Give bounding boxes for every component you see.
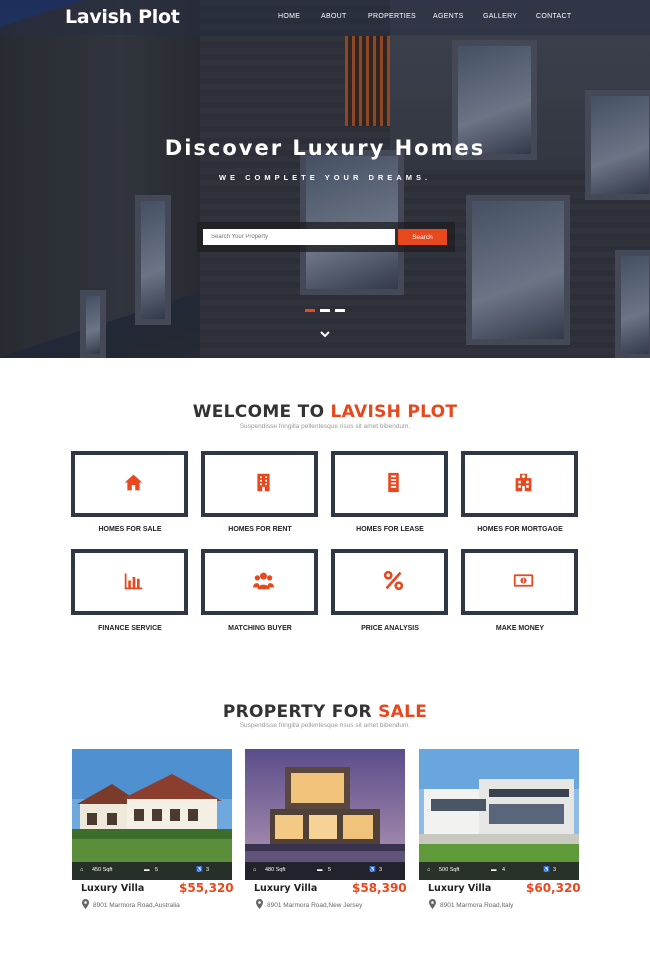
property-photo bbox=[72, 749, 232, 880]
home-icon: ⌂ bbox=[427, 867, 431, 873]
welcome-heading-accent: LAVISH PLOT bbox=[330, 402, 458, 422]
service-matching-buyer[interactable] bbox=[201, 549, 318, 615]
property-photo bbox=[245, 749, 405, 880]
chevron-down-icon[interactable] bbox=[319, 329, 331, 339]
service-label: HOMES FOR RENT bbox=[228, 526, 292, 533]
top-navigation-bar: Lavish Plot HOME ABOUT PROPERTIES AGENTS… bbox=[0, 0, 650, 35]
property-address: 8901 Marmora Road,Australia bbox=[93, 902, 180, 909]
property-beds: 5 bbox=[155, 867, 159, 873]
hospital-building-icon bbox=[515, 473, 532, 492]
bed-icon: ▬ bbox=[491, 867, 497, 873]
bath-icon: ♿ bbox=[369, 867, 376, 873]
service-label: HOMES FOR LEASE bbox=[356, 526, 424, 533]
nav-item-contact[interactable]: CONTACT bbox=[536, 13, 571, 20]
property-address: 8901 Marmora Road,Italy bbox=[440, 902, 514, 909]
property-meta-bar: ⌂ 480 Sqft ▬ 5 ♿ 3 bbox=[245, 862, 405, 880]
property-name[interactable]: Luxury Villa bbox=[81, 883, 144, 894]
building-icon bbox=[257, 473, 270, 492]
property-card[interactable]: ⌂ 500 Sqft ▬ 4 ♿ 3 bbox=[419, 749, 579, 880]
property-area: 450 Sqft bbox=[92, 867, 113, 873]
service-label: MAKE MONEY bbox=[495, 625, 545, 632]
service-label: PRICE ANALYSIS bbox=[361, 625, 419, 632]
service-homes-for-sale[interactable] bbox=[71, 451, 188, 517]
bath-icon: ♿ bbox=[196, 867, 203, 873]
property-price: $58,390 bbox=[352, 881, 407, 895]
property-beds: 5 bbox=[328, 867, 332, 873]
property-area: 480 Sqft bbox=[265, 867, 286, 873]
map-pin-icon bbox=[82, 899, 89, 909]
nav-item-properties[interactable]: PROPERTIES bbox=[368, 13, 416, 20]
nav-item-about[interactable]: ABOUT bbox=[321, 13, 347, 20]
nav-item-gallery[interactable]: GALLERY bbox=[483, 13, 517, 20]
bed-icon: ▬ bbox=[317, 867, 323, 873]
property-card[interactable]: ⌂ 450 Sqft ▬ 5 ♿ 3 bbox=[72, 749, 232, 880]
service-label: FINANCE SERVICE bbox=[98, 625, 162, 632]
property-beds: 4 bbox=[502, 867, 506, 873]
main-nav: HOME ABOUT PROPERTIES AGENTS GALLERY CON… bbox=[0, 13, 650, 25]
property-card[interactable]: ⌂ 480 Sqft ▬ 5 ♿ 3 bbox=[245, 749, 405, 880]
service-label: HOMES FOR MORTGAGE bbox=[477, 526, 563, 533]
map-pin-icon bbox=[429, 899, 436, 909]
property-area: 500 Sqft bbox=[439, 867, 460, 873]
slider-dot-1[interactable] bbox=[305, 309, 315, 312]
property-address: 8901 Marmora Road,New Jersey bbox=[267, 902, 363, 909]
service-label: HOMES FOR SALE bbox=[98, 526, 162, 533]
bed-icon: ▬ bbox=[144, 867, 150, 873]
property-heading-accent: SALE bbox=[378, 702, 428, 722]
property-baths: 3 bbox=[379, 867, 383, 873]
service-homes-for-lease[interactable] bbox=[331, 451, 448, 517]
property-photo bbox=[419, 749, 579, 880]
search-button[interactable]: Search bbox=[398, 229, 447, 245]
welcome-heading-plain: WELCOME TO bbox=[192, 402, 325, 422]
service-price-analysis[interactable] bbox=[331, 549, 448, 615]
home-icon: ⌂ bbox=[253, 867, 257, 873]
map-pin-icon bbox=[256, 899, 263, 909]
service-make-money[interactable] bbox=[461, 549, 578, 615]
nav-item-home[interactable]: HOME bbox=[278, 13, 300, 20]
property-baths: 3 bbox=[553, 867, 557, 873]
bar-chart-icon bbox=[124, 573, 143, 590]
welcome-subtitle: Suspendisse fringilla pellentesque risus… bbox=[239, 423, 411, 430]
property-baths: 3 bbox=[206, 867, 210, 873]
welcome-heading: WELCOME TO LAVISH PLOT bbox=[0, 402, 650, 422]
percent-icon bbox=[383, 570, 404, 591]
property-name[interactable]: Luxury Villa bbox=[428, 883, 491, 894]
service-homes-for-rent[interactable] bbox=[201, 451, 318, 517]
service-finance[interactable] bbox=[71, 549, 188, 615]
nav-item-agents[interactable]: AGENTS bbox=[433, 13, 464, 20]
property-name[interactable]: Luxury Villa bbox=[254, 883, 317, 894]
slider-dot-3[interactable] bbox=[335, 309, 345, 312]
users-icon bbox=[253, 572, 274, 590]
service-homes-for-mortgage[interactable] bbox=[461, 451, 578, 517]
home-icon bbox=[124, 474, 143, 491]
service-label: MATCHING BUYER bbox=[228, 625, 292, 632]
money-icon bbox=[513, 574, 534, 587]
tower-icon bbox=[388, 472, 399, 493]
property-price: $55,320 bbox=[179, 881, 234, 895]
property-meta-bar: ⌂ 500 Sqft ▬ 4 ♿ 3 bbox=[419, 862, 579, 880]
property-heading-plain: PROPERTY FOR bbox=[222, 702, 372, 722]
bath-icon: ♿ bbox=[543, 867, 550, 873]
property-heading: PROPERTY FOR SALE bbox=[0, 702, 650, 722]
hero-title: Discover Luxury Homes bbox=[164, 136, 486, 160]
property-price: $60,320 bbox=[526, 881, 581, 895]
slider-dot-2[interactable] bbox=[320, 309, 330, 312]
search-input[interactable] bbox=[203, 229, 395, 245]
property-subtitle: Suspendisse fringilla pellentesque risus… bbox=[239, 722, 411, 729]
hero-subtitle: WE COMPLETE YOUR DREAMS. bbox=[218, 173, 432, 182]
property-meta-bar: ⌂ 450 Sqft ▬ 5 ♿ 3 bbox=[72, 862, 232, 880]
home-icon: ⌂ bbox=[80, 867, 84, 873]
